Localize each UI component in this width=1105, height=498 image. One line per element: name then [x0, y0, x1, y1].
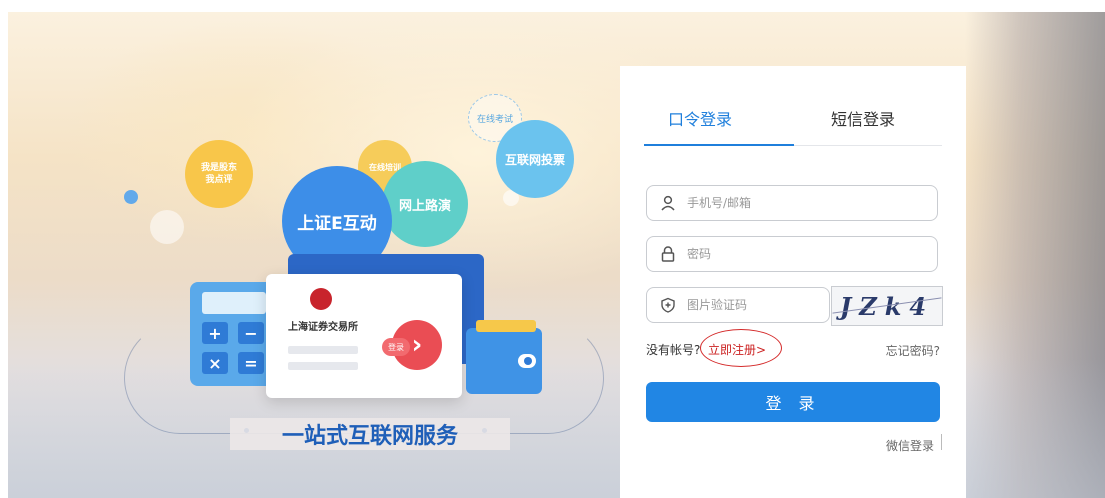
phone-email-input[interactable] [685, 195, 909, 211]
captcha-image[interactable]: JZk4 [831, 286, 943, 326]
wallet-card [476, 320, 536, 332]
login-panel: 口令登录 短信登录 JZk4 没有帐号? 立即注册> 忘记密码? 登 录 [620, 66, 966, 498]
bubble-online-roadshow: 网上路演 [382, 161, 468, 247]
bubble-internet-vote: 互联网投票 [496, 120, 574, 198]
multiply-icon: × [202, 352, 228, 374]
decor-dot [124, 190, 138, 204]
password-field[interactable] [646, 236, 938, 272]
calculator-illustration: + − × = [190, 282, 278, 386]
card-login-pill: 登录 [382, 338, 410, 356]
sse-logo-icon [310, 288, 332, 310]
wallet-illustration [466, 320, 542, 394]
card-logo-text: 上海证券交易所 [288, 322, 358, 333]
register-annotation-circle [700, 329, 782, 367]
lock-icon [657, 246, 679, 262]
tab-sms-login[interactable]: 短信登录 [831, 106, 895, 130]
wallet-clasp-dot [524, 357, 532, 365]
plus-icon: + [202, 322, 228, 344]
exchange-card-illustration: 上海证券交易所 › 登录 [266, 274, 462, 398]
minus-icon: − [238, 322, 264, 344]
bubble-shareholder-text: 我是股东 我点评 [200, 163, 237, 185]
card-line [288, 362, 358, 370]
login-page: 在线考试 我是股东 我点评 在线培训 互联网投票 网上路演 上证E互动 + − … [0, 0, 1105, 498]
captcha-input[interactable] [685, 297, 819, 313]
calculator-screen [202, 292, 266, 314]
captcha-field[interactable] [646, 287, 830, 323]
card-line [288, 346, 358, 354]
shield-icon [657, 297, 679, 313]
wechat-separator [941, 434, 942, 450]
user-icon [657, 195, 679, 211]
phone-email-field[interactable] [646, 185, 938, 221]
decor-dot [150, 210, 184, 244]
no-account-text: 没有帐号? [646, 343, 701, 357]
login-button[interactable]: 登 录 [646, 382, 940, 422]
tab-password-login[interactable]: 口令登录 [668, 106, 732, 130]
wechat-login-link[interactable]: 微信登录 [886, 437, 934, 454]
password-input[interactable] [685, 246, 909, 262]
equals-icon: = [238, 352, 264, 374]
forgot-password-link[interactable]: 忘记密码? [886, 342, 940, 359]
tagline: 一站式互联网服务 [230, 418, 510, 450]
active-tab-indicator [644, 144, 794, 146]
bubble-shareholder-review: 我是股东 我点评 [185, 140, 253, 208]
